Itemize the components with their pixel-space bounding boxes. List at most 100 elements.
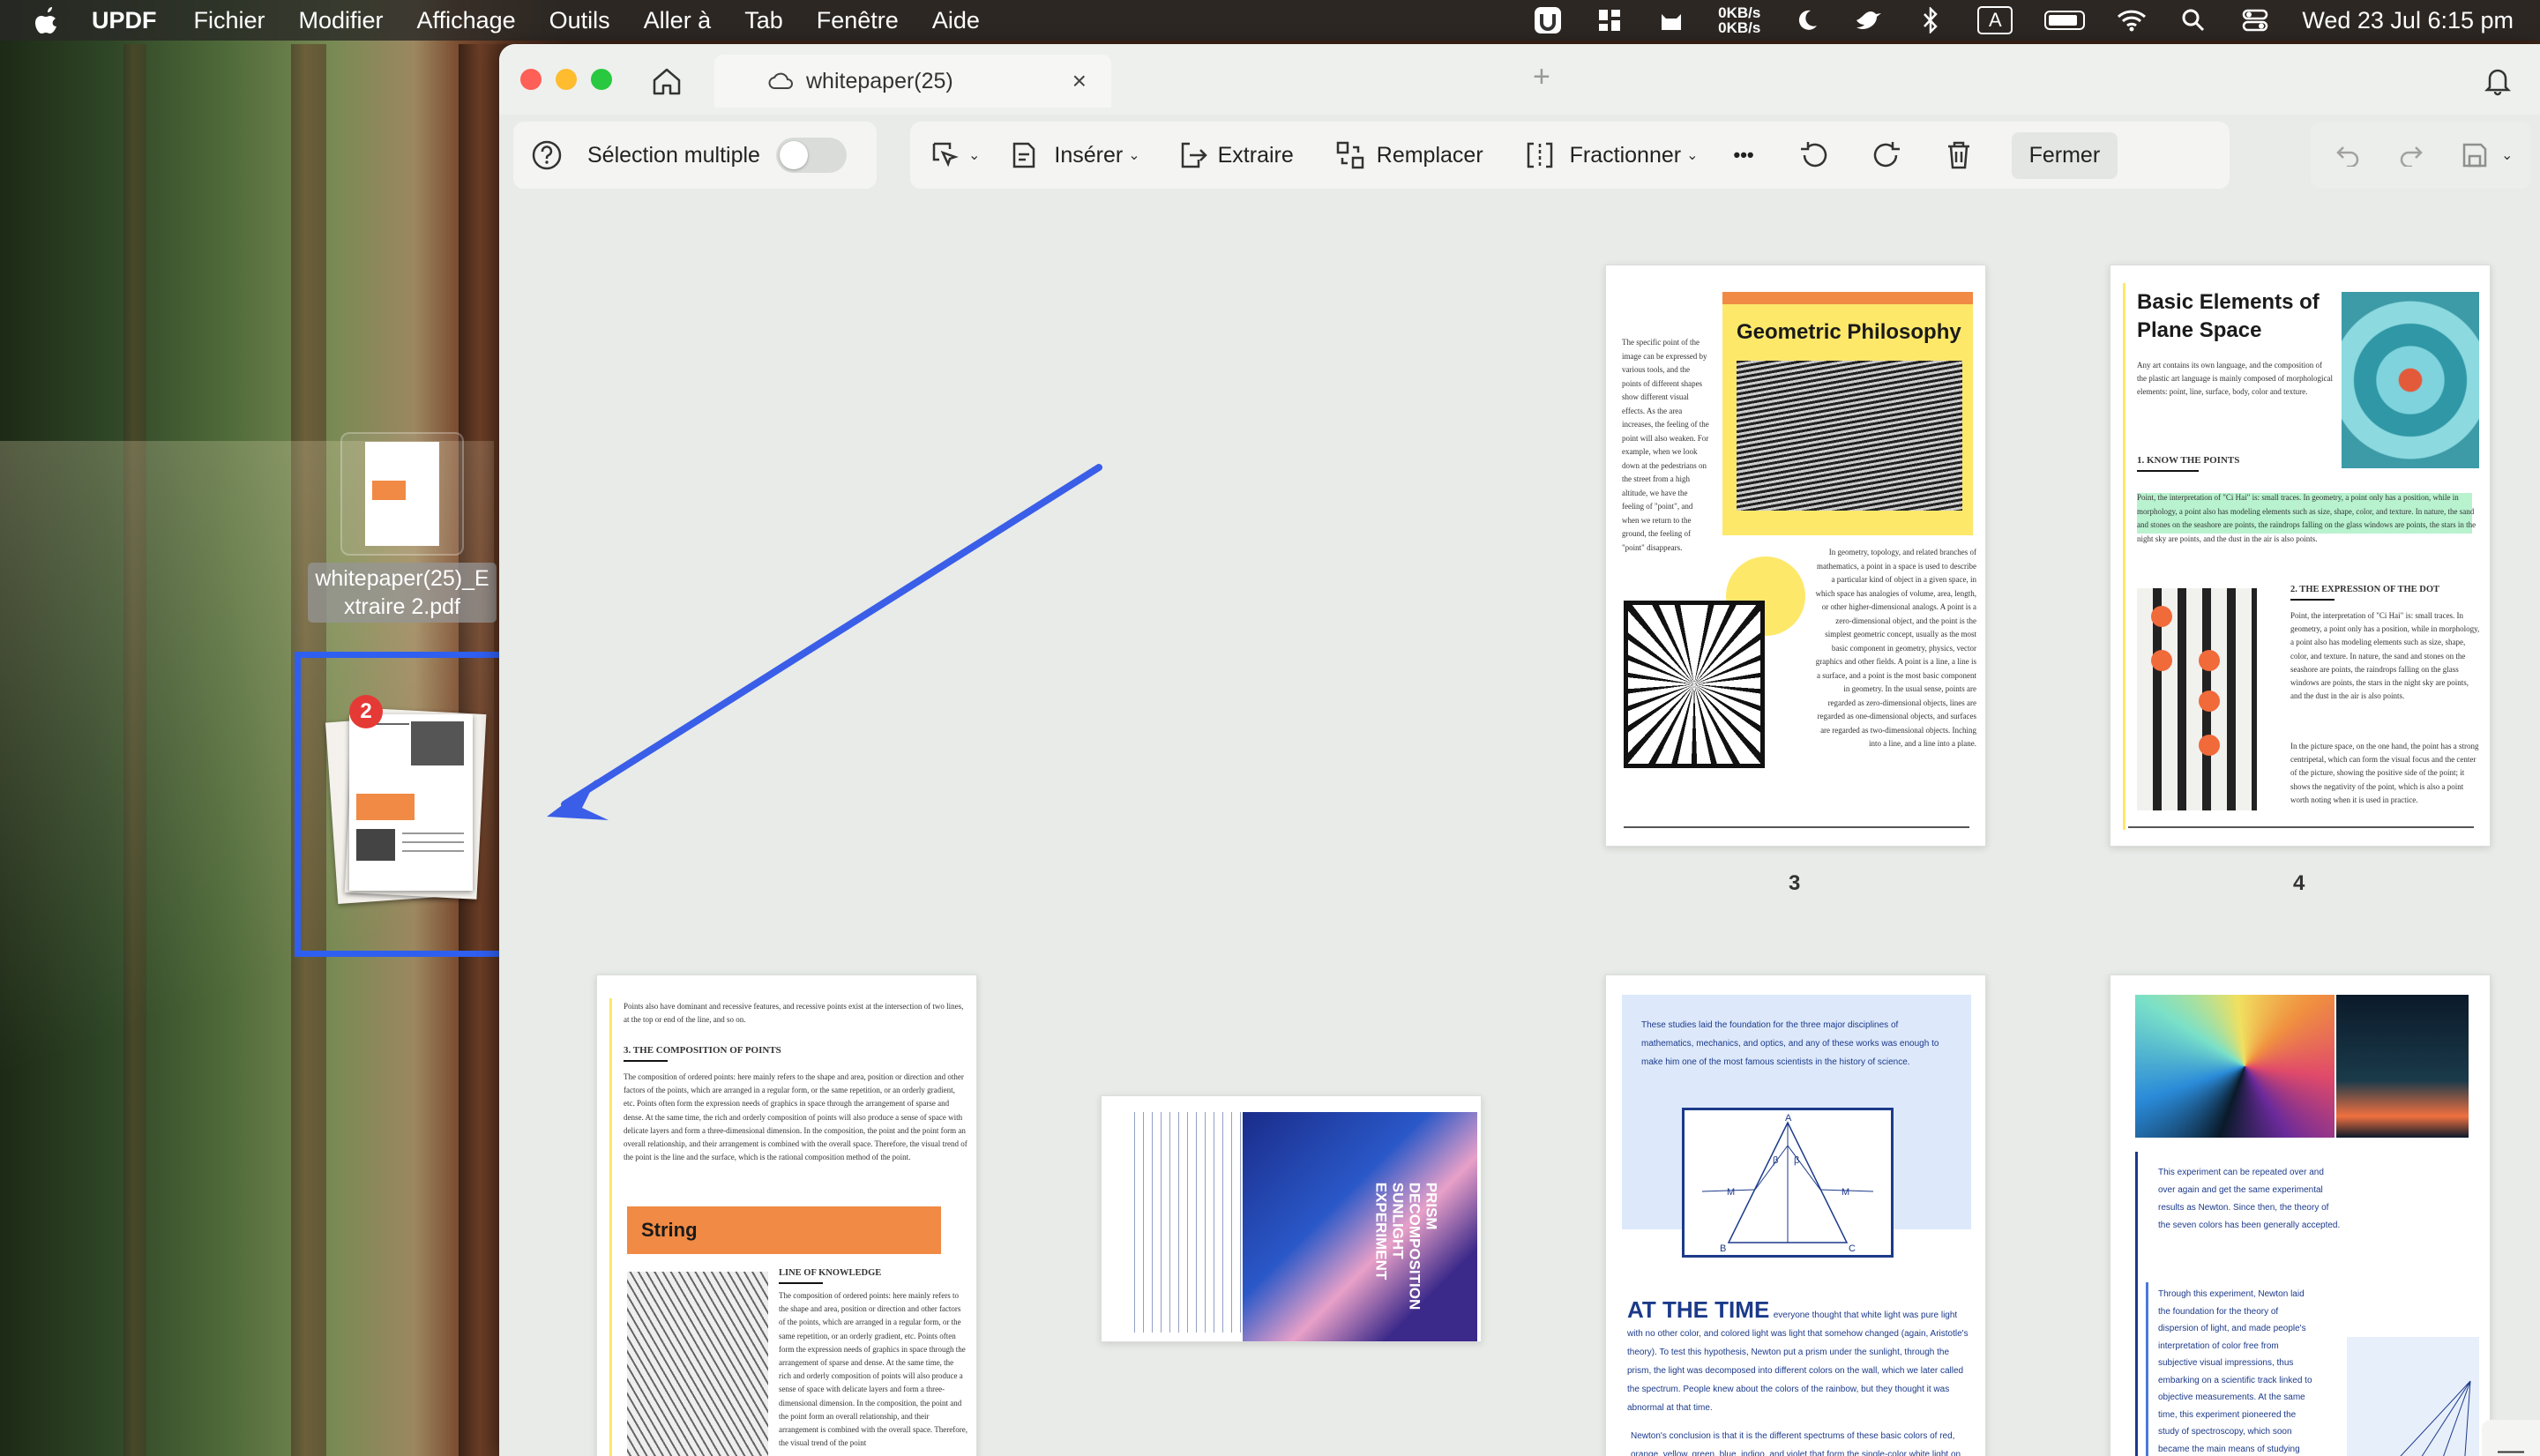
page-thumbnail-3[interactable]: Geometric Philosophy The specific point … xyxy=(1605,265,1986,847)
redo-icon[interactable] xyxy=(2394,138,2429,173)
menu-fichier[interactable]: Fichier xyxy=(194,7,265,34)
page4-intro: Any art contains its own language, and t… xyxy=(2137,361,2333,396)
save-icon[interactable] xyxy=(2457,138,2492,173)
page-thumbnail-8[interactable]: This experiment can be repeated over and… xyxy=(2110,974,2491,1456)
close-tab-icon[interactable]: × xyxy=(1072,67,1087,95)
page5-paragraph-2: The composition of ordered points: here … xyxy=(779,1291,967,1448)
rotate-right-icon[interactable] xyxy=(1869,138,1904,173)
chevron-down-icon[interactable]: ⌄ xyxy=(2501,146,2513,164)
page8-spectrum-image xyxy=(2135,995,2335,1138)
bell-icon[interactable] xyxy=(2480,63,2515,99)
page8-paragraph-1: This experiment can be repeated over and… xyxy=(2158,1168,2341,1230)
split-label: Fractionner xyxy=(1569,142,1682,168)
bluetooth-icon[interactable] xyxy=(1916,7,1946,34)
insert-button[interactable]: Insérer ⌄ xyxy=(1006,138,1140,173)
select-tool-button[interactable]: ⌄ xyxy=(928,138,980,173)
apple-icon[interactable] xyxy=(32,4,64,36)
page7-body: everyone thought that white light was pu… xyxy=(1627,1310,1968,1413)
network-speed[interactable]: 0KB/s 0KB/s xyxy=(1718,5,1760,35)
help-icon[interactable] xyxy=(529,138,564,173)
menu-outils[interactable]: Outils xyxy=(549,7,610,34)
menu-tab[interactable]: Tab xyxy=(744,7,783,34)
page-number-3: 3 xyxy=(1789,871,1801,895)
net-download: 0KB/s xyxy=(1718,19,1761,36)
page4-heading-2: 2. THE EXPRESSION OF THE DOT xyxy=(2290,585,2440,594)
title-bar: whitepaper(25) × + xyxy=(499,44,2540,115)
page-thumbnail-5[interactable]: Points also have dominant and recessive … xyxy=(596,974,977,1456)
multi-select-toggle[interactable] xyxy=(775,138,847,173)
page3-wave-image xyxy=(1737,361,1962,511)
history-toolbar: ⌄ xyxy=(2311,122,2531,189)
page-thumbnail-4[interactable]: Basic Elements of Plane Space Any art co… xyxy=(2110,265,2491,847)
menu-bar: UPDF Fichier Modifier Affichage Outils A… xyxy=(0,0,2540,41)
page7-body-2: Newton's conclusion is that it is the di… xyxy=(1631,1431,1961,1456)
close-page-tools-button[interactable]: Fermer xyxy=(2011,131,2118,179)
page4-tunnel-image xyxy=(2342,292,2479,468)
control-center-icon[interactable] xyxy=(2240,7,2270,34)
diagram-label-m-left: M xyxy=(1727,1187,1735,1198)
menu-fenetre[interactable]: Fenêtre xyxy=(817,7,899,34)
zoom-out-button[interactable]: — xyxy=(2482,1420,2540,1456)
page4-paragraph-1: Point, the interpretation of "Ci Hai" is… xyxy=(2137,493,2476,543)
chevron-down-icon: ⌄ xyxy=(1686,148,1699,163)
window-manager-icon[interactable] xyxy=(1595,7,1625,34)
updf-tray-icon[interactable] xyxy=(1533,7,1563,34)
page3-left-text: The specific point of the image can be e… xyxy=(1622,338,1709,552)
new-tab-icon[interactable]: + xyxy=(1533,60,1550,94)
page-number-4: 4 xyxy=(2293,871,2305,895)
diagram-label-b: B xyxy=(1720,1243,1726,1254)
page6-title: PRISM DECOMPOSITION SUNLIGHT EXPERIMENT xyxy=(1372,1182,1440,1310)
drag-highlight-box xyxy=(295,652,512,957)
cat-icon[interactable] xyxy=(1656,7,1686,34)
menu-aller-a[interactable]: Aller à xyxy=(644,7,712,34)
page4-title: Basic Elements of Plane Space xyxy=(2137,290,2320,342)
extract-icon xyxy=(1176,138,1211,173)
page-tools-toolbar: ⌄ Insérer ⌄ Extraire Remplacer Fractionn… xyxy=(910,122,2230,189)
desktop-file-extracted-pdf[interactable]: whitepaper(25)_E xtraire 2.pdf xyxy=(296,432,508,623)
replace-button[interactable]: Remplacer xyxy=(1333,138,1483,173)
split-button[interactable]: Fractionner ⌄ xyxy=(1522,138,1699,173)
selection-toolbar: Sélection multiple xyxy=(513,122,877,189)
menubar-clock[interactable]: Wed 23 Jul 6:15 pm xyxy=(2302,7,2514,34)
drag-count-badge: 2 xyxy=(349,695,383,728)
page-thumbnail-6[interactable]: PRISM DECOMPOSITION SUNLIGHT EXPERIMENT xyxy=(1101,1095,1482,1342)
extract-label: Extraire xyxy=(1217,142,1294,168)
minimize-window-button[interactable] xyxy=(556,69,577,90)
moon-icon[interactable] xyxy=(1792,7,1822,34)
undo-icon[interactable] xyxy=(2330,138,2365,173)
page7-heading: AT THE TIME xyxy=(1627,1296,1770,1323)
menu-modifier[interactable]: Modifier xyxy=(299,7,384,34)
page7-prism-diagram: A M β β M B C xyxy=(1682,1108,1894,1258)
page3-right-text: In geometry, topology, and related branc… xyxy=(1815,548,1976,748)
page-thumbnail-7[interactable]: These studies laid the foundation for th… xyxy=(1605,974,1986,1456)
rotate-left-icon[interactable] xyxy=(1797,138,1832,173)
bird-icon[interactable] xyxy=(1854,7,1884,34)
page7-intro: These studies laid the foundation for th… xyxy=(1641,1020,1939,1067)
extract-button[interactable]: Extraire xyxy=(1176,138,1294,173)
file-thumbnail xyxy=(340,432,464,556)
file-name-line-2: xtraire 2.pdf xyxy=(343,594,460,619)
page5-paragraph-1: The composition of ordered points: here … xyxy=(624,1072,967,1162)
cloud-icon xyxy=(767,68,794,94)
more-options-button[interactable]: ••• xyxy=(1734,144,1754,167)
menu-aide[interactable]: Aide xyxy=(932,7,980,34)
chevron-down-icon: ⌄ xyxy=(968,148,981,163)
close-window-button[interactable] xyxy=(520,69,542,90)
home-icon[interactable] xyxy=(649,63,684,99)
desktop-file-name: whitepaper(25)_E xtraire 2.pdf xyxy=(308,563,497,623)
search-icon[interactable] xyxy=(2178,7,2208,34)
input-source-icon[interactable]: A xyxy=(1977,6,2013,34)
menu-app-name[interactable]: UPDF xyxy=(92,7,157,34)
document-tab[interactable]: whitepaper(25) × xyxy=(714,55,1111,108)
updf-window: whitepaper(25) × + Sélection multiple ⌄ … xyxy=(499,44,2540,1456)
menu-affichage[interactable]: Affichage xyxy=(417,7,516,34)
zoom-window-button[interactable] xyxy=(591,69,612,90)
trash-icon[interactable] xyxy=(1941,138,1976,173)
page5-architecture-image xyxy=(627,1272,768,1456)
page5-heading-2: LINE OF KNOWLEDGE xyxy=(779,1268,882,1278)
diagram-label-a: A xyxy=(1785,1113,1792,1124)
net-upload: 0KB/s xyxy=(1718,4,1761,21)
page3-geometric-image xyxy=(1624,601,1765,768)
battery-icon[interactable] xyxy=(2044,11,2086,30)
wifi-icon[interactable] xyxy=(2117,7,2147,34)
